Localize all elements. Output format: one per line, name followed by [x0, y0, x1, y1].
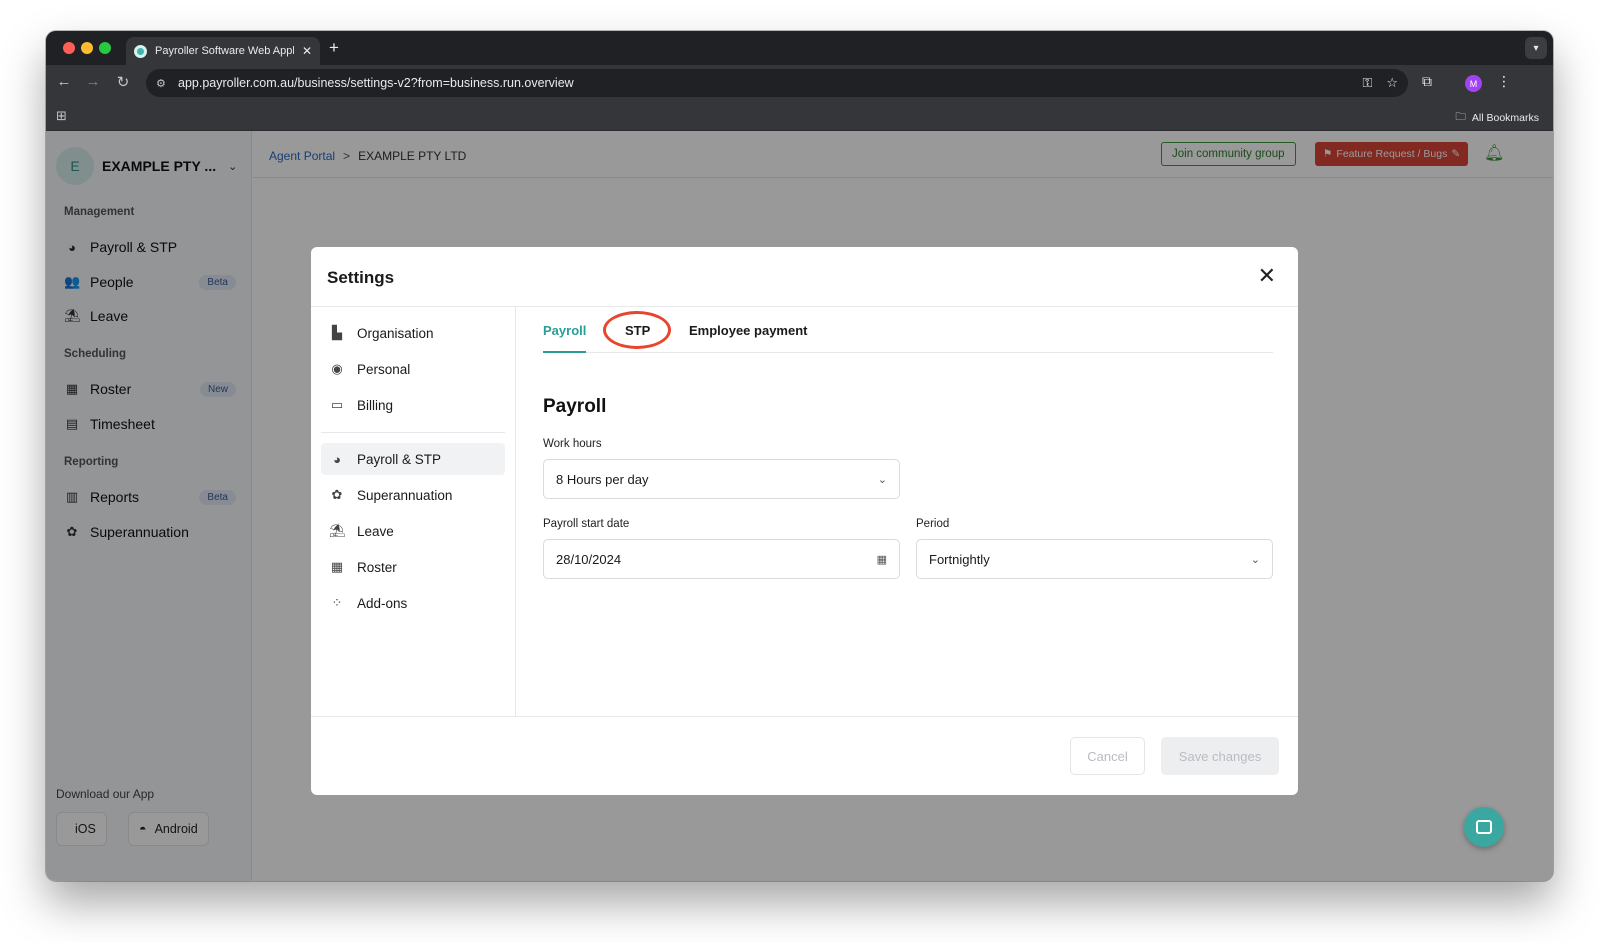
addons-icon: ⁘	[331, 595, 343, 610]
chevron-down-icon: ⌄	[877, 473, 887, 486]
leave-icon: ⛱	[329, 523, 346, 538]
profile-avatar[interactable]: M	[1465, 75, 1482, 92]
settings-nav-personal[interactable]: ◉ Personal	[321, 353, 505, 385]
roster-icon: ▦	[330, 559, 344, 574]
organisation-icon: ▙	[332, 325, 342, 340]
all-bookmarks-label: All Bookmarks	[1471, 112, 1539, 124]
personal-icon: ◉	[331, 361, 343, 376]
bookmark-star-icon[interactable]: ☆	[1386, 75, 1398, 91]
billing-icon: ▭	[330, 397, 344, 412]
settings-nav-billing[interactable]: ▭ Billing	[321, 389, 505, 421]
password-key-icon[interactable]: ⚿	[1362, 75, 1372, 91]
settings-modal: Settings ✕ ▙ Organisation ◉ Personal ▭ B…	[311, 247, 1298, 795]
settings-nav: ▙ Organisation ◉ Personal ▭ Billing ◕ Pa…	[311, 307, 516, 716]
period-select[interactable]: Fortnightly ⌄	[916, 539, 1273, 579]
browser-toolbar: ← → ↻ ⚙ app.payroller.com.au/business/se…	[46, 65, 1553, 101]
settings-nav-label: Add-ons	[357, 595, 408, 611]
forward-arrow-icon[interactable]: →	[83, 73, 103, 90]
superannuation-icon: ✿	[331, 487, 343, 502]
browser-tab[interactable]: Payroller Software Web Appli ✕	[126, 37, 320, 65]
tab-strip: Payroller Software Web Appli ✕ + ▾	[46, 31, 1553, 65]
chat-icon	[1476, 820, 1492, 834]
maximize-window-button[interactable]	[99, 42, 111, 54]
payroller-favicon-icon	[134, 44, 147, 58]
calendar-icon[interactable]: ▦	[877, 553, 887, 566]
modal-header: Settings ✕	[311, 247, 1298, 307]
browser-menu-icon[interactable]: ⋮	[1497, 73, 1511, 90]
active-tab-underline	[543, 351, 586, 353]
payroll-icon: ◕	[333, 451, 341, 467]
chevron-down-icon: ⌄	[1250, 553, 1260, 566]
tab-close-icon[interactable]: ✕	[302, 44, 312, 58]
period-value: Fortnightly	[929, 551, 990, 567]
settings-nav-label: Leave	[357, 523, 394, 539]
reload-icon[interactable]: ↻	[113, 73, 133, 91]
settings-nav-addons[interactable]: ⁘ Add-ons	[321, 587, 505, 619]
tab-stp[interactable]: STP	[625, 323, 650, 338]
bookmarks-bar: ⊞ 🗀 All Bookmarks	[46, 101, 1553, 131]
settings-nav-label: Payroll & STP	[357, 451, 442, 467]
nav-divider	[321, 432, 505, 433]
close-icon[interactable]: ✕	[1258, 263, 1276, 289]
url-text[interactable]: app.payroller.com.au/business/settings-v…	[174, 76, 1348, 90]
tab-search-chevron-icon[interactable]: ▾	[1525, 37, 1547, 59]
settings-nav-label: Roster	[357, 559, 397, 575]
settings-content: Payroll STP Employee payment Payroll Wor…	[517, 307, 1298, 716]
work-hours-label: Work hours	[543, 438, 602, 450]
work-hours-select[interactable]: 8 Hours per day ⌄	[543, 459, 900, 499]
cancel-button[interactable]: Cancel	[1070, 737, 1145, 775]
back-arrow-icon[interactable]: ←	[54, 73, 74, 90]
address-bar[interactable]: ⚙ app.payroller.com.au/business/settings…	[146, 69, 1408, 97]
web-page: E EXAMPLE PTY ... ⌄ Management ◕ Payroll…	[46, 131, 1553, 881]
period-label: Period	[916, 518, 950, 530]
tab-payroll[interactable]: Payroll	[543, 323, 586, 338]
settings-nav-label: Organisation	[357, 325, 434, 341]
settings-nav-organisation[interactable]: ▙ Organisation	[321, 317, 505, 349]
settings-tabs: Payroll STP Employee payment	[543, 307, 1273, 353]
save-changes-button[interactable]: Save changes	[1161, 737, 1279, 775]
folder-icon: 🗀	[1455, 111, 1466, 123]
work-hours-value: 8 Hours per day	[556, 471, 649, 487]
modal-footer: Cancel Save changes	[311, 716, 1298, 795]
apps-grid-icon[interactable]: ⊞	[56, 108, 67, 124]
chat-support-button[interactable]	[1464, 807, 1504, 847]
settings-nav-roster[interactable]: ▦ Roster	[321, 551, 505, 583]
payroll-start-date-field[interactable]: 28/10/2024 ▦	[543, 539, 900, 579]
payroll-start-date-label: Payroll start date	[543, 518, 630, 530]
section-heading: Payroll	[543, 396, 607, 417]
site-info-icon[interactable]: ⚙	[156, 77, 174, 90]
all-bookmarks-button[interactable]: 🗀 All Bookmarks	[1455, 109, 1539, 127]
settings-nav-label: Superannuation	[357, 487, 453, 503]
browser-window: Payroller Software Web Appli ✕ + ▾ ← → ↻…	[46, 31, 1553, 881]
settings-nav-leave[interactable]: ⛱ Leave	[321, 515, 505, 547]
close-window-button[interactable]	[63, 42, 75, 54]
payroll-start-date-value: 28/10/2024	[556, 551, 622, 567]
tab-title: Payroller Software Web Appli	[155, 45, 294, 57]
settings-nav-payroll-stp[interactable]: ◕ Payroll & STP	[321, 443, 505, 475]
tab-employee-payment[interactable]: Employee payment	[689, 323, 808, 338]
minimize-window-button[interactable]	[81, 42, 93, 54]
modal-title: Settings	[327, 268, 395, 287]
settings-nav-label: Billing	[357, 397, 394, 413]
settings-nav-label: Personal	[357, 361, 411, 377]
new-tab-button[interactable]: +	[329, 38, 339, 58]
extensions-puzzle-icon[interactable]: ⧉	[1422, 73, 1432, 90]
settings-nav-superannuation[interactable]: ✿ Superannuation	[321, 479, 505, 511]
